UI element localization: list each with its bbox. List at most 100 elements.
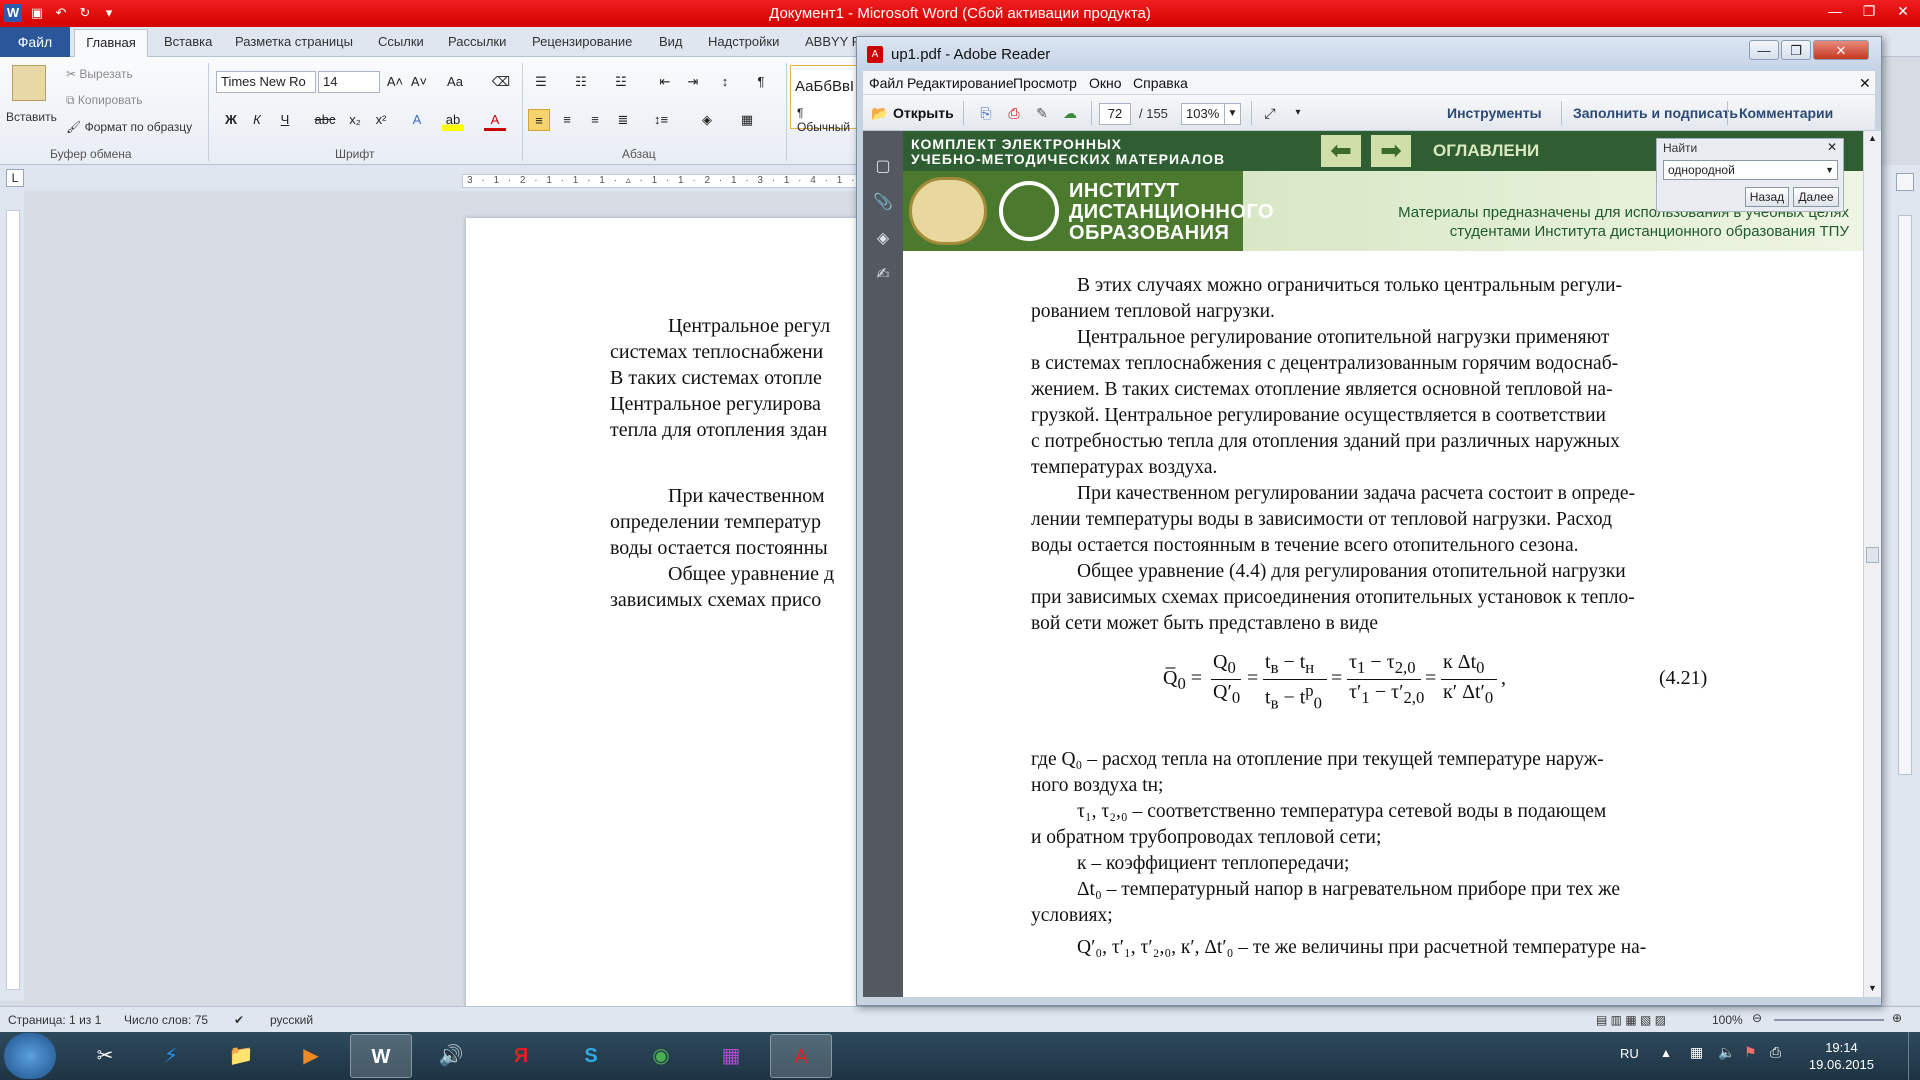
menubar-close-icon[interactable]: ✕ xyxy=(1859,75,1871,92)
signatures-icon[interactable]: ✍ xyxy=(873,265,893,285)
tray-network-icon[interactable]: ▦ xyxy=(1690,1044,1703,1061)
fit-page-icon[interactable]: ⤢ xyxy=(1259,103,1281,123)
tab-page-layout[interactable]: Разметка страницы xyxy=(235,34,353,49)
tab-mailings[interactable]: Рассылки xyxy=(448,34,506,49)
zoom-combo[interactable]: 103% ▼ xyxy=(1181,103,1241,125)
tab-insert[interactable]: Вставка xyxy=(164,34,212,49)
taskbar-flash-icon[interactable]: ⚡ xyxy=(140,1034,202,1078)
menu-window[interactable]: Окно xyxy=(1089,75,1122,91)
find-dropdown-icon[interactable]: ▼ xyxy=(1825,161,1834,179)
align-right-icon[interactable]: ≡ xyxy=(584,109,606,131)
layers-icon[interactable]: ◈ xyxy=(873,229,893,249)
tab-addins[interactable]: Надстройки xyxy=(708,34,779,49)
banner-forward-arrow-icon[interactable]: ➡ xyxy=(1371,135,1411,167)
italic-icon[interactable]: К xyxy=(246,109,268,131)
decrease-indent-icon[interactable]: ⇤ xyxy=(654,71,676,93)
status-words[interactable]: Число слов: 75 xyxy=(124,1013,208,1027)
create-pdf-icon[interactable]: ⎘ xyxy=(975,103,997,123)
taskbar-yandex-icon[interactable]: Я xyxy=(490,1034,552,1078)
tray-printer-icon[interactable]: ⎙ xyxy=(1770,1044,1781,1061)
sign-icon[interactable]: ✎ xyxy=(1031,103,1053,123)
zoom-in-icon[interactable]: ⊕ xyxy=(1892,1011,1902,1025)
menu-view[interactable]: Просмотр xyxy=(1013,75,1077,91)
menu-edit[interactable]: Редактирование xyxy=(907,75,1014,91)
align-left-icon[interactable]: ≡ xyxy=(528,109,550,131)
share-cloud-icon[interactable]: ☁ xyxy=(1059,103,1081,123)
bullets-icon[interactable]: ☰ xyxy=(530,71,552,93)
start-button-icon[interactable] xyxy=(4,1033,56,1079)
word-maximize-icon[interactable]: ❐ xyxy=(1852,0,1886,22)
cut-button[interactable]: ✂ Вырезать xyxy=(66,67,133,81)
align-center-icon[interactable]: ≡ xyxy=(556,109,578,131)
attachments-icon[interactable]: 📎 xyxy=(873,193,893,213)
numbering-icon[interactable]: ☷ xyxy=(570,71,592,93)
zoom-slider[interactable] xyxy=(1774,1019,1884,1021)
page-number-input[interactable]: 72 xyxy=(1099,103,1131,125)
taskbar-tool-icon[interactable]: ✂ xyxy=(74,1034,136,1078)
taskbar-clock[interactable]: 19:14 19.06.2015 xyxy=(1809,1039,1874,1073)
highlight-icon[interactable]: ab xyxy=(442,109,464,131)
page-thumbnails-icon[interactable]: ▢ xyxy=(873,157,893,177)
pdf-minimize-icon[interactable]: — xyxy=(1749,40,1779,60)
subscript-icon[interactable]: x₂ xyxy=(344,109,366,131)
tab-file[interactable]: Файл xyxy=(0,27,70,57)
tray-expand-icon[interactable]: ▲ xyxy=(1660,1046,1672,1060)
font-name-combo[interactable]: Times New Ro xyxy=(216,71,316,93)
spellcheck-icon[interactable]: ✔ xyxy=(234,1013,244,1027)
find-next-button[interactable]: Далее xyxy=(1793,187,1839,207)
grow-font-icon[interactable]: A˄ xyxy=(384,71,406,93)
menu-file[interactable]: Файл xyxy=(869,75,903,91)
input-language[interactable]: RU xyxy=(1620,1046,1639,1061)
justify-icon[interactable]: ≣ xyxy=(612,109,634,131)
clear-format-icon[interactable]: ⌫ xyxy=(490,71,512,93)
word-scroll-thumb[interactable] xyxy=(1898,215,1912,775)
shading-icon[interactable]: ◈ xyxy=(696,109,718,131)
toolbar-more-icon[interactable]: ▾ xyxy=(1287,103,1309,123)
open-button[interactable]: Открыть xyxy=(893,105,954,121)
pdf-scroll-thumb[interactable] xyxy=(1866,547,1879,563)
ruler-toggle-icon[interactable] xyxy=(1896,173,1914,191)
tab-review[interactable]: Рецензирование xyxy=(532,34,632,49)
font-size-combo[interactable]: 14 xyxy=(318,71,380,93)
pdf-document-view[interactable]: КОМПЛЕКТ ЭЛЕКТРОННЫХ УЧЕБНО-МЕТОДИЧЕСКИХ … xyxy=(903,131,1863,997)
sort-icon[interactable]: ↕ xyxy=(714,71,736,93)
multilevel-list-icon[interactable]: ☳ xyxy=(610,71,632,93)
line-spacing-icon[interactable]: ↕≡ xyxy=(650,109,672,131)
status-language[interactable]: русский xyxy=(270,1013,313,1027)
underline-icon[interactable]: Ч xyxy=(274,109,296,131)
fill-sign-pane-button[interactable]: Заполнить и подписать xyxy=(1573,105,1738,121)
taskbar-explorer-icon[interactable]: 📁 xyxy=(210,1034,272,1078)
taskbar-word-icon[interactable]: W xyxy=(350,1034,412,1078)
scroll-down-icon[interactable]: ▼ xyxy=(1868,983,1877,993)
pdf-close-icon[interactable]: ✕ xyxy=(1813,40,1869,60)
horizontal-ruler[interactable]: 3 · 1 · 2 · 1 · 1 · 1 · ▵ · 1 · 1 · 2 · … xyxy=(462,174,860,188)
borders-icon[interactable]: ▦ xyxy=(736,109,758,131)
taskbar-skype-icon[interactable]: S xyxy=(560,1034,622,1078)
vertical-ruler[interactable] xyxy=(6,210,20,990)
taskbar-winrar-icon[interactable]: ▦ xyxy=(700,1034,762,1078)
tray-volume-icon[interactable]: 🔈 xyxy=(1718,1044,1735,1061)
tab-abbyy[interactable]: ABBYY Fi xyxy=(805,34,863,49)
pdf-maximize-icon[interactable]: ❐ xyxy=(1781,40,1811,60)
paste-icon[interactable] xyxy=(12,65,46,101)
pdf-vertical-scrollbar[interactable]: ▲ ▼ xyxy=(1863,131,1881,997)
comments-pane-button[interactable]: Комментарии xyxy=(1739,105,1833,121)
tab-stop-selector[interactable]: L xyxy=(6,169,24,187)
banner-toc-link[interactable]: ОГЛАВЛЕНИ xyxy=(1433,141,1539,161)
banner-back-arrow-icon[interactable]: ⬅ xyxy=(1321,135,1361,167)
increase-indent-icon[interactable]: ⇥ xyxy=(682,71,704,93)
print-icon[interactable]: ⎙ xyxy=(1003,103,1025,123)
open-folder-icon[interactable]: 📂 xyxy=(869,103,891,123)
taskbar-media-icon[interactable]: ▶ xyxy=(280,1034,342,1078)
tray-action-center-icon[interactable]: ⚑ xyxy=(1744,1044,1757,1061)
paste-button[interactable]: Вставить xyxy=(6,110,57,124)
tab-references[interactable]: Ссылки xyxy=(378,34,424,49)
tools-pane-button[interactable]: Инструменты xyxy=(1447,105,1542,121)
zoom-dropdown-icon[interactable]: ▼ xyxy=(1224,104,1240,124)
taskbar-adobe-reader-icon[interactable]: A xyxy=(770,1034,832,1078)
scroll-up-icon[interactable]: ▲ xyxy=(1868,133,1877,143)
pilcrow-icon[interactable]: ¶ xyxy=(750,71,772,93)
shrink-font-icon[interactable]: A˅ xyxy=(408,71,430,93)
status-page[interactable]: Страница: 1 из 1 xyxy=(8,1013,101,1027)
word-close-icon[interactable]: ✕ xyxy=(1886,0,1920,22)
